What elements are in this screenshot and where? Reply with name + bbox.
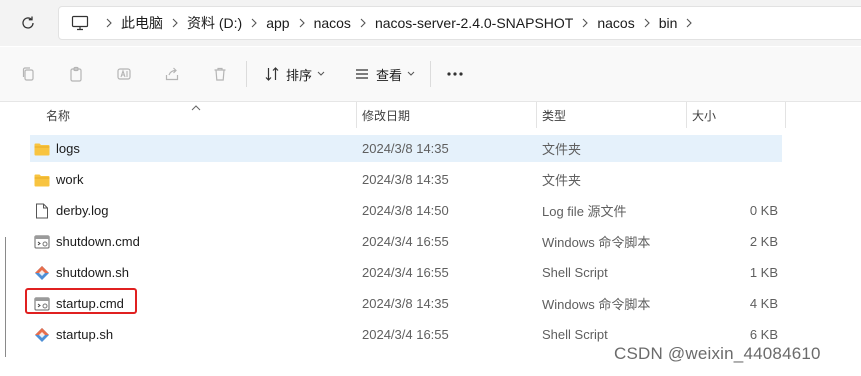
list-item[interactable]: work 2024/3/8 14:35 文件夹 bbox=[30, 166, 782, 193]
chevron-right-icon bbox=[242, 7, 266, 39]
chevron-right-icon bbox=[635, 7, 659, 39]
text-file-icon bbox=[34, 203, 50, 219]
copy-button[interactable] bbox=[14, 60, 42, 88]
address-row: 此电脑 资料 (D:) app nacos nacos-server-2.4.0… bbox=[0, 0, 861, 46]
computer-icon bbox=[71, 13, 91, 33]
list-item[interactable]: startup.cmd 2024/3/8 14:35 Windows 命令脚本 … bbox=[30, 290, 782, 317]
column-header-type[interactable]: 类型 bbox=[542, 102, 566, 128]
paste-button[interactable] bbox=[62, 60, 90, 88]
file-date: 2024/3/8 14:35 bbox=[362, 296, 449, 311]
chevron-right-icon bbox=[573, 7, 597, 39]
file-date: 2024/3/8 14:50 bbox=[362, 203, 449, 218]
share-button[interactable] bbox=[158, 60, 186, 88]
folder-icon bbox=[34, 141, 50, 157]
file-name: shutdown.cmd bbox=[56, 234, 140, 249]
file-name: startup.sh bbox=[56, 327, 114, 342]
chevron-down-icon bbox=[317, 71, 325, 77]
column-header-size[interactable]: 大小 bbox=[692, 102, 716, 128]
list-item[interactable]: logs 2024/3/8 14:35 文件夹 bbox=[30, 135, 782, 162]
breadcrumb-bin[interactable]: bin bbox=[659, 15, 678, 31]
file-type: Shell Script bbox=[542, 327, 608, 342]
chevron-right-icon bbox=[290, 7, 314, 39]
breadcrumb: 此电脑 资料 (D:) app nacos nacos-server-2.4.0… bbox=[71, 7, 701, 39]
git-shell-icon bbox=[34, 265, 50, 281]
cmd-file-icon bbox=[34, 234, 50, 250]
sort-button[interactable]: 排序 bbox=[258, 60, 325, 88]
file-name: logs bbox=[56, 141, 80, 156]
delete-button[interactable] bbox=[206, 60, 234, 88]
chevron-right-icon bbox=[351, 7, 375, 39]
file-size: 4 KB bbox=[749, 296, 778, 311]
file-type: Log file 源文件 bbox=[542, 204, 627, 219]
rename-button[interactable] bbox=[110, 60, 138, 88]
file-name: derby.log bbox=[56, 203, 109, 218]
chevron-right-icon bbox=[163, 7, 187, 39]
file-size: 2 KB bbox=[749, 234, 778, 249]
file-name: work bbox=[56, 172, 84, 187]
highlight-annotation-box bbox=[25, 288, 137, 314]
file-date: 2024/3/4 16:55 bbox=[362, 234, 449, 249]
file-type: Windows 命令脚本 bbox=[542, 297, 651, 312]
list-item[interactable]: shutdown.sh 2024/3/4 16:55 Shell Script … bbox=[30, 259, 782, 286]
column-divider[interactable] bbox=[785, 102, 786, 128]
chevron-right-icon bbox=[97, 7, 121, 39]
breadcrumb-app[interactable]: app bbox=[266, 15, 289, 31]
view-label: 查看 bbox=[376, 67, 403, 83]
breadcrumb-nacos-sub[interactable]: nacos bbox=[597, 15, 634, 31]
refresh-icon bbox=[22, 16, 34, 29]
file-date: 2024/3/8 14:35 bbox=[362, 172, 449, 187]
toolbar-divider bbox=[430, 61, 431, 87]
trash-icon bbox=[206, 60, 234, 88]
view-icon bbox=[348, 60, 376, 88]
file-type: Shell Script bbox=[542, 265, 608, 280]
column-divider[interactable] bbox=[536, 102, 537, 128]
sort-label: 排序 bbox=[286, 67, 313, 83]
address-bar[interactable]: 此电脑 资料 (D:) app nacos nacos-server-2.4.0… bbox=[58, 6, 861, 40]
breadcrumb-nacos-server[interactable]: nacos-server-2.4.0-SNAPSHOT bbox=[375, 15, 573, 31]
refresh-button[interactable] bbox=[16, 11, 40, 35]
toolbar-divider bbox=[246, 61, 247, 87]
list-item[interactable]: shutdown.cmd 2024/3/4 16:55 Windows 命令脚本… bbox=[30, 228, 782, 255]
breadcrumb-nacos[interactable]: nacos bbox=[314, 15, 351, 31]
rename-icon bbox=[110, 60, 138, 88]
sort-ascending-icon bbox=[191, 99, 201, 111]
paste-icon bbox=[62, 60, 90, 88]
file-list: 名称 修改日期 类型 大小 logs 2024/3/8 14:35 文件夹 wo… bbox=[0, 102, 861, 376]
share-icon bbox=[158, 60, 186, 88]
file-type: Windows 命令脚本 bbox=[542, 235, 651, 250]
command-toolbar: 排序 查看 bbox=[0, 47, 861, 102]
file-name: shutdown.sh bbox=[56, 265, 129, 280]
chevron-down-icon bbox=[407, 71, 415, 77]
folder-icon bbox=[34, 172, 50, 188]
column-divider[interactable] bbox=[356, 102, 357, 128]
git-shell-icon bbox=[34, 327, 50, 343]
watermark-text: CSDN @weixin_44084610 bbox=[614, 344, 821, 363]
view-button[interactable]: 查看 bbox=[348, 60, 415, 88]
more-horizontal-icon bbox=[441, 60, 469, 88]
scrollbar[interactable] bbox=[5, 237, 6, 357]
chevron-right-icon[interactable] bbox=[677, 7, 701, 39]
file-size: 1 KB bbox=[749, 265, 778, 280]
file-date: 2024/3/4 16:55 bbox=[362, 265, 449, 280]
file-type: 文件夹 bbox=[542, 173, 582, 188]
breadcrumb-drive-d[interactable]: 资料 (D:) bbox=[187, 13, 242, 33]
file-type: 文件夹 bbox=[542, 142, 582, 157]
column-header-name[interactable]: 名称 bbox=[46, 102, 70, 128]
breadcrumb-this-pc[interactable]: 此电脑 bbox=[121, 13, 163, 33]
copy-icon bbox=[14, 60, 42, 88]
file-size: 0 KB bbox=[749, 203, 778, 218]
file-date: 2024/3/8 14:35 bbox=[362, 141, 449, 156]
column-header-date[interactable]: 修改日期 bbox=[362, 102, 410, 128]
sort-icon bbox=[258, 60, 286, 88]
list-item[interactable]: derby.log 2024/3/8 14:50 Log file 源文件 0 … bbox=[30, 197, 782, 224]
file-date: 2024/3/4 16:55 bbox=[362, 327, 449, 342]
column-divider[interactable] bbox=[686, 102, 687, 128]
more-options-button[interactable] bbox=[441, 60, 469, 88]
